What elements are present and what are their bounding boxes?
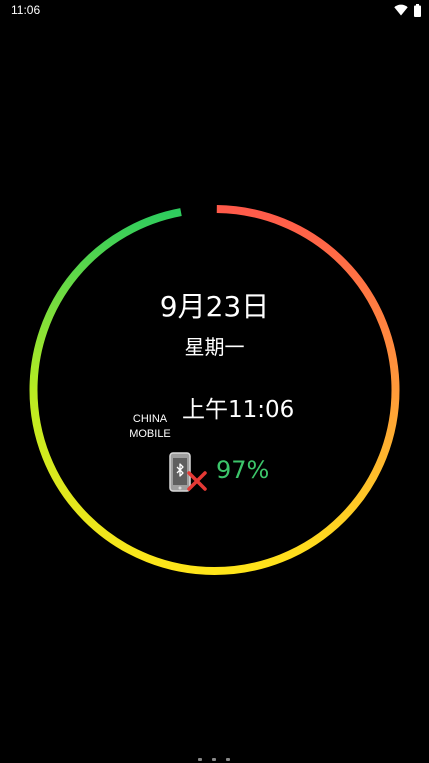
time-label: 上午11:06 bbox=[182, 397, 295, 423]
home-indicator[interactable] bbox=[198, 758, 230, 761]
carrier-line-1: CHINA bbox=[132, 413, 168, 425]
battery-ring bbox=[29, 205, 400, 575]
weekday-label: 星期一 bbox=[184, 335, 245, 359]
carrier-label: CHINA MOBILE bbox=[124, 412, 176, 442]
bluetooth-phone-disconnected-icon bbox=[169, 452, 207, 492]
carrier-line-2: MOBILE bbox=[129, 428, 171, 440]
battery-percent: 97% bbox=[216, 456, 270, 484]
date-label: 9月23日 bbox=[159, 290, 270, 323]
